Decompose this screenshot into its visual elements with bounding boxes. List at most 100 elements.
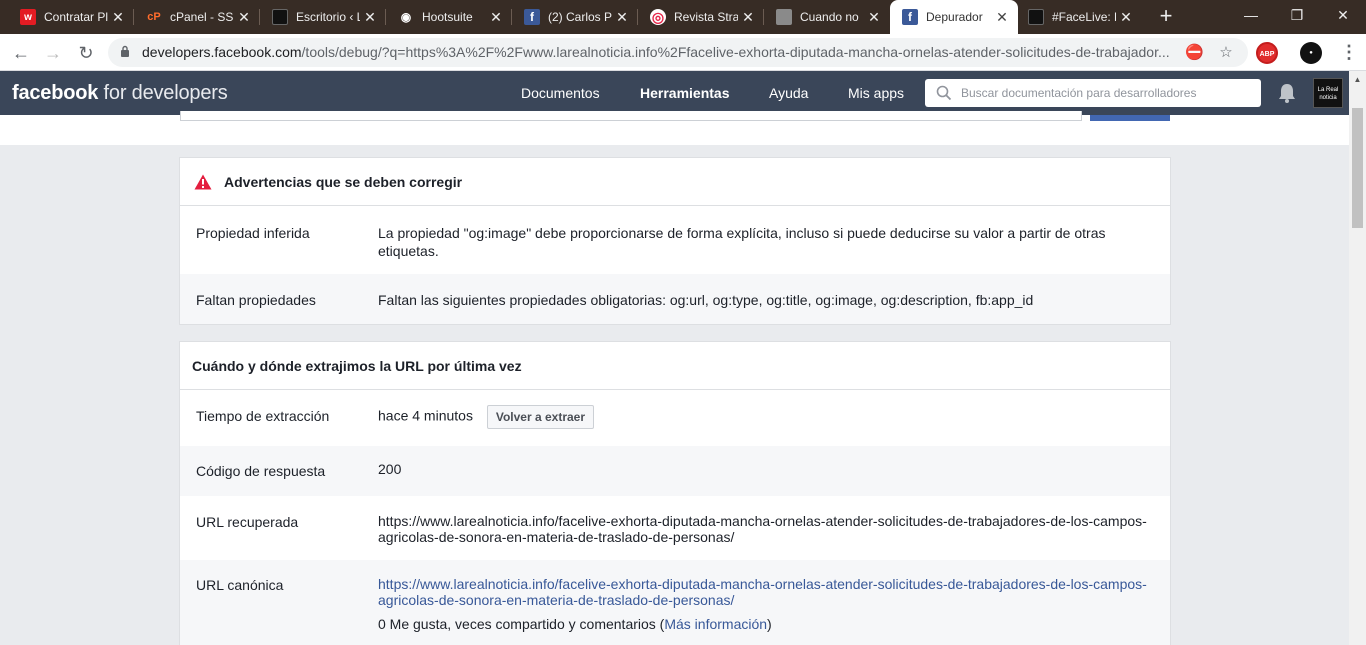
engagement-suffix: ) (767, 616, 772, 632)
browser-tab[interactable]: cP cPanel - SSL ✕ (126, 0, 260, 34)
docs-search-box[interactable] (925, 79, 1261, 107)
row-value: https://www.larealnoticia.info/facelive-… (378, 576, 1154, 645)
close-icon[interactable]: ✕ (738, 9, 758, 26)
close-icon[interactable]: ✕ (864, 9, 884, 26)
warning-triangle-icon (194, 174, 212, 189)
browser-tab[interactable]: Escritorio ‹ L ✕ (252, 0, 386, 34)
close-icon[interactable]: ✕ (360, 9, 380, 26)
docs-search-input[interactable] (961, 79, 1251, 107)
adblock-plus-icon[interactable]: ABP (1256, 42, 1278, 64)
address-url[interactable]: developers.facebook.com/tools/debug/?q=h… (142, 38, 1177, 67)
site-logo-icon (272, 9, 288, 25)
row-key: URL recuperada (196, 514, 299, 530)
fetch-time-text: hace 4 minutos (378, 407, 473, 424)
engagement-text: 0 Me gusta, veces compartido y comentari… (378, 615, 1154, 633)
browser-tab[interactable]: #FaceLive: E ✕ (1008, 0, 1142, 34)
response-code-text: 200 (378, 461, 402, 477)
table-row: URL recuperada https://www.larealnoticia… (180, 496, 1170, 560)
row-key: URL canónica (196, 577, 284, 593)
blocked-content-icon[interactable]: ⛔ (1185, 44, 1204, 62)
restore-icon[interactable]: ❐ (1274, 0, 1320, 30)
target-icon: ◎ (650, 8, 666, 25)
window-close-icon[interactable]: ✕ (1320, 0, 1366, 30)
new-tab-plus-icon[interactable]: + (1152, 3, 1180, 31)
table-row: Propiedad inferida La propiedad "og:imag… (180, 206, 1170, 274)
row-value: La propiedad "og:image" debe proporciona… (378, 225, 1106, 259)
logo-developers-text: for developers (98, 82, 228, 104)
search-icon (936, 85, 952, 101)
engagement-counts: 0 Me gusta, veces compartido y comentari… (378, 616, 665, 632)
browser-tab[interactable]: f (2) Carlos Pa ✕ (504, 0, 638, 34)
profile-avatar-icon[interactable]: ● (1300, 42, 1322, 64)
browser-menu-icon[interactable]: ⋮ (1340, 42, 1358, 64)
table-row: Código de respuesta 200 (180, 446, 1170, 496)
table-row: Tiempo de extracción hace 4 minutos Volv… (180, 390, 1170, 446)
forward-arrow-icon[interactable]: → (40, 40, 66, 66)
close-icon[interactable]: ✕ (486, 9, 506, 26)
browser-toolbar: ← → ↻ developers.facebook.com/tools/debu… (0, 34, 1366, 71)
scrape-info-header: Cuándo y dónde extrajimos la URL por últ… (180, 342, 1170, 390)
debug-submit-button[interactable] (1090, 115, 1170, 121)
browser-tab[interactable]: Cuando no ✕ (756, 0, 890, 34)
address-bar[interactable]: developers.facebook.com/tools/debug/?q=h… (108, 38, 1248, 67)
browser-tab[interactable]: ◉ Hootsuite ✕ (378, 0, 512, 34)
more-info-link[interactable]: Más información (664, 616, 767, 632)
lock-icon (121, 45, 129, 57)
fetched-url-link[interactable]: https://www.larealnoticia.info/facelive-… (378, 513, 1154, 560)
row-value: Faltan las siguientes propiedades obliga… (378, 292, 1034, 308)
tab-title: cPanel - SSL (170, 10, 234, 24)
table-row: Faltan propiedades Faltan las siguientes… (180, 274, 1170, 324)
tab-title: Hootsuite (422, 10, 473, 24)
fb-developers-logo[interactable]: facebook for developers (12, 71, 228, 115)
minimize-icon[interactable]: — (1228, 0, 1274, 30)
back-arrow-icon[interactable]: ← (8, 40, 34, 66)
tab-title: Contratar Pl (44, 10, 108, 24)
warnings-header: Advertencias que se deben corregir (180, 158, 1170, 206)
logo-facebook-text: facebook (12, 82, 99, 104)
close-icon[interactable]: ✕ (612, 9, 632, 26)
table-row: URL canónica https://www.larealnoticia.i… (180, 560, 1170, 645)
nav-ayuda[interactable]: Ayuda (769, 71, 808, 115)
close-icon[interactable]: ✕ (108, 9, 128, 26)
cpanel-icon: cP (147, 11, 161, 23)
scrape-info-card: Cuándo y dónde extrajimos la URL por últ… (179, 341, 1171, 645)
reload-icon[interactable]: ↻ (73, 40, 99, 66)
tab-title: #FaceLive: E (1052, 10, 1116, 24)
nav-herramientas[interactable]: Herramientas (640, 71, 730, 115)
account-avatar[interactable]: La Real noticia (1313, 78, 1343, 108)
star-bookmark-icon[interactable]: ☆ (1217, 44, 1235, 62)
warnings-title: Advertencias que se deben corregir (224, 173, 463, 190)
browser-tab-active[interactable]: f Depurador ✕ (890, 0, 1018, 34)
scrollbar-thumb[interactable] (1352, 108, 1363, 228)
row-key: Tiempo de extracción (196, 408, 330, 424)
url-debug-input[interactable] (180, 111, 1082, 121)
row-key: Propiedad inferida (196, 225, 310, 241)
site-logo-icon (1028, 9, 1044, 25)
nav-documentos[interactable]: Documentos (521, 71, 600, 115)
scroll-up-arrow-icon[interactable]: ▲ (1349, 71, 1366, 88)
url-host: developers.facebook.com (142, 44, 302, 60)
facebook-icon: f (524, 9, 540, 25)
url-path: /tools/debug/?q=https%3A%2F%2Fwww.lareal… (301, 44, 1170, 60)
refetch-button[interactable]: Volver a extraer (486, 405, 595, 429)
facebook-icon: f (902, 9, 918, 25)
tab-title: Depurador (926, 10, 983, 24)
tab-title: Revista Strat (674, 10, 738, 24)
browser-tab[interactable]: ◎ Revista Strat ✕ (630, 0, 764, 34)
row-value: hace 4 minutos Volver a extraer (378, 405, 1154, 446)
debugger-input-strip (0, 111, 1349, 145)
warnings-card: Advertencias que se deben corregir Propi… (179, 157, 1171, 325)
nav-mis-apps[interactable]: Mis apps (848, 71, 904, 115)
scrape-info-title: Cuándo y dónde extrajimos la URL por últ… (192, 357, 522, 374)
tab-title: (2) Carlos Pa (548, 10, 612, 24)
canonical-url-link[interactable]: https://www.larealnoticia.info/facelive-… (378, 576, 1154, 608)
webempresa-icon: w (20, 9, 36, 25)
person-photo-icon (776, 9, 792, 25)
close-icon[interactable]: ✕ (1116, 9, 1136, 26)
tab-title: Escritorio ‹ L (296, 10, 360, 24)
browser-tab[interactable]: w Contratar Pl ✕ (0, 0, 134, 34)
notifications-bell-icon[interactable] (1276, 82, 1298, 104)
browser-tab-strip: w Contratar Pl ✕ cP cPanel - SSL ✕ Escri… (0, 0, 1366, 34)
close-icon[interactable]: ✕ (234, 9, 254, 26)
row-key: Código de respuesta (196, 463, 326, 479)
